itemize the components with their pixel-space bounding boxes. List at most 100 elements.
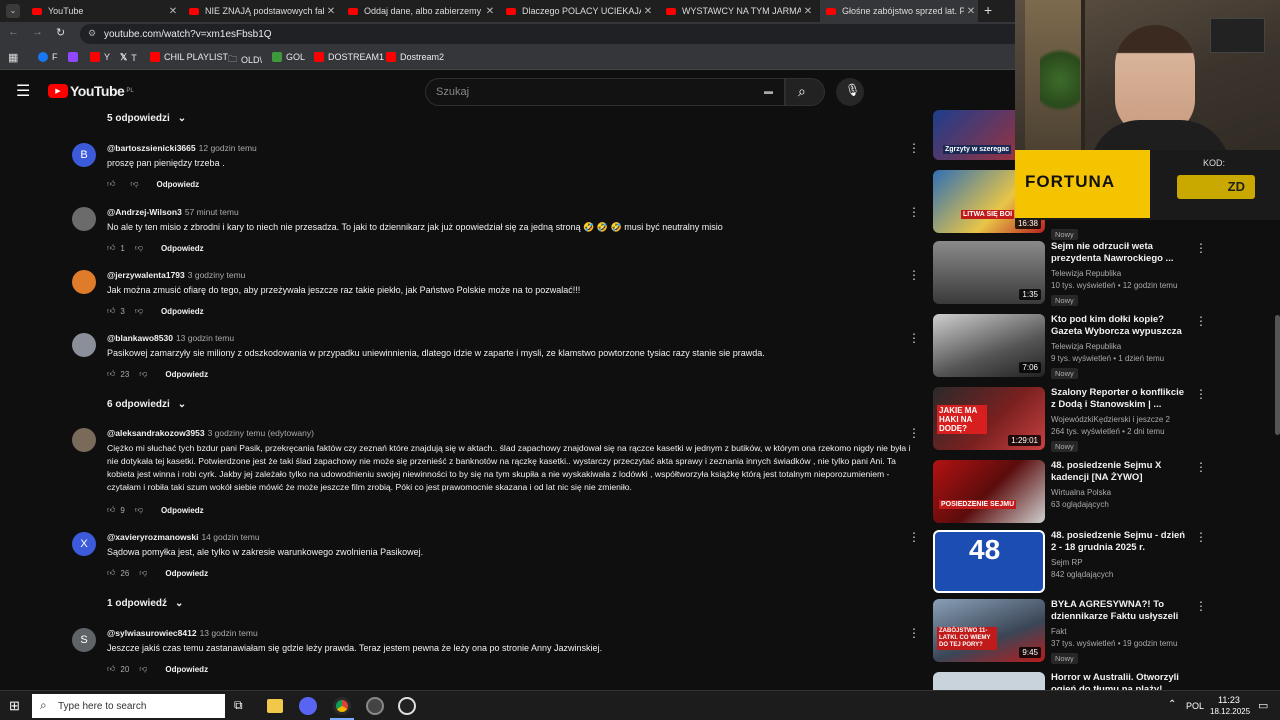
clock-date[interactable]: 18.12.2025 [1210,707,1250,716]
thumb-down-icon[interactable]: 👎︎ [139,369,147,379]
channel-name[interactable]: Wirtualna Polska [1051,488,1191,497]
more-actions-icon[interactable]: ⋮ [908,141,920,155]
file-explorer-icon[interactable] [267,699,283,713]
voice-search-button[interactable]: 🎙 [836,78,864,106]
recommended-video[interactable]: 48 48. posiedzenie Sejmu - dzień 2 - 18 … [933,530,1207,596]
video-thumbnail[interactable]: JAKIE MA HAKI NA DODĘ? 1:29:01 [933,387,1045,450]
reply-button[interactable]: Odpowiedz [165,665,208,674]
channel-name[interactable]: Sejm RP [1051,558,1191,567]
clock-time[interactable]: 11:23 [1218,695,1240,705]
more-actions-icon[interactable]: ⋮ [1195,599,1207,613]
language-indicator[interactable]: POL [1186,701,1204,711]
bookmark-item[interactable]: CHIL PLAYLIST [150,52,228,62]
bookmark-item[interactable]: GOL [272,52,305,62]
recommended-video[interactable]: 7:06 Kto pod kim dołki kopie? Gazeta Wyb… [933,314,1207,380]
tab-menu-icon[interactable]: ⌄ [6,4,20,18]
more-actions-icon[interactable]: ⋮ [908,268,920,282]
apps-grid-icon[interactable]: ▦ [8,51,18,64]
chrome-icon[interactable] [333,697,351,715]
comment-time[interactable]: 3 godziny temu [188,270,246,280]
more-actions-icon[interactable]: ⋮ [908,205,920,219]
windows-start-icon[interactable]: ⊞ [9,698,20,714]
new-tab-icon[interactable]: + [984,2,992,18]
thumb-up-icon[interactable]: 👍︎ [107,664,115,674]
comment-time[interactable]: 57 minut temu [185,207,239,217]
comment-author[interactable]: @xavieryrozmanowski [107,532,198,542]
sidebar-scrollbar[interactable] [1275,315,1280,435]
more-actions-icon[interactable]: ⋮ [1195,241,1207,255]
taskbar-search-input[interactable]: ⌕ Type here to search [32,694,225,718]
thumb-up-icon[interactable]: 👍︎ [107,505,115,515]
comment-author[interactable]: @aleksandrakozow3953 [107,428,205,438]
comment-time[interactable]: 14 godzin temu [201,532,259,542]
avatar[interactable] [72,207,96,231]
comment-time[interactable]: 13 godzin temu [176,333,234,343]
thumb-down-icon[interactable]: 👎︎ [135,243,143,253]
comment-time[interactable]: 12 godzin temu [199,143,257,153]
more-actions-icon[interactable]: ⋮ [908,331,920,345]
task-view-icon[interactable]: ⧉ [234,698,243,713]
avatar[interactable]: B [72,143,96,167]
discord-icon[interactable] [299,697,317,715]
recommended-video[interactable]: Horror w Australii. Otworzyli ogień do t… [933,672,1203,690]
more-actions-icon[interactable]: ⋮ [908,426,920,440]
video-title[interactable]: 48. posiedzenie Sejmu X kadencji [NA ŻYW… [1051,460,1191,484]
comment-author[interactable]: @bartoszsienicki3665 [107,143,196,153]
app-icon[interactable] [366,697,384,715]
reply-button[interactable]: Odpowiedz [157,180,200,189]
avatar[interactable]: S [72,628,96,652]
channel-name[interactable]: Telewizja Republika [1051,269,1191,278]
back-icon[interactable]: ← [8,26,19,38]
close-icon[interactable]: ✕ [483,6,497,17]
thumb-down-icon[interactable]: 👎︎ [130,179,138,189]
reply-button[interactable]: Odpowiedz [161,244,204,253]
bookmark-item[interactable]: 𝕏T [120,52,137,63]
browser-tab-active[interactable]: Głośne zabójstwo sprzed lat. Po ✕ [820,0,978,22]
browser-tab[interactable]: WYSTAWCY NA TYM JARMARKU ✕ [660,0,815,22]
thumb-up-icon[interactable]: 👍︎ [107,568,115,578]
video-title[interactable]: Sejm nie odrzucił weta prezydenta Nawroc… [1051,241,1191,265]
replies-toggle[interactable]: 1 odpowiedź ⌄ [107,598,183,609]
video-title[interactable]: Szalony Reporter o konflikcie z Dodą i S… [1051,387,1191,411]
recommended-video[interactable]: POSIEDZENIE SEJMU 48. posiedzenie Sejmu … [933,460,1207,526]
reply-button[interactable]: Odpowiedz [165,569,208,578]
video-title[interactable]: Kto pod kim dołki kopie? Gazeta Wyborcza… [1051,314,1191,338]
avatar[interactable] [72,270,96,294]
hamburger-menu-icon[interactable]: ☰ [16,81,30,101]
browser-tab[interactable]: YouTube ✕ [26,0,180,22]
more-actions-icon[interactable]: ⋮ [1195,530,1207,544]
more-actions-icon[interactable]: ⋮ [1195,460,1207,474]
thumb-down-icon[interactable]: 👎︎ [135,505,143,515]
reply-button[interactable]: Odpowiedz [161,506,204,515]
thumb-down-icon[interactable]: 👎︎ [135,306,143,316]
reload-icon[interactable]: ↻ [56,26,65,39]
thumb-up-icon[interactable]: 👍︎ [107,369,115,379]
close-icon[interactable]: ✕ [964,6,978,17]
thumb-down-icon[interactable]: 👎︎ [139,568,147,578]
more-actions-icon[interactable]: ⋮ [1195,387,1207,401]
tray-chevron-up-icon[interactable]: ⌃ [1168,699,1176,710]
youtube-logo[interactable]: ▶ YouTube PL [48,83,134,99]
obs-icon[interactable] [398,697,416,715]
replies-toggle[interactable]: 6 odpowiedzi ⌄ [107,399,186,410]
channel-name[interactable]: Telewizja Republika [1051,342,1191,351]
video-title[interactable]: Horror w Australii. Otworzyli ogień do t… [1051,672,1191,690]
channel-name[interactable]: Fakt [1051,627,1191,636]
avatar[interactable] [72,428,96,452]
thumb-down-icon[interactable]: 👎︎ [139,664,147,674]
recommended-video[interactable]: 1:35 Sejm nie odrzucił weta prezydenta N… [933,241,1207,307]
bookmark-item[interactable]: F [38,52,58,62]
video-thumbnail[interactable]: POSIEDZENIE SEJMU [933,460,1045,523]
search-button[interactable]: ⌕ [785,78,825,106]
close-icon[interactable]: ✕ [641,6,655,17]
video-thumbnail[interactable] [933,672,1045,690]
bookmark-item[interactable]: DOSTREAM1 [314,52,384,62]
thumb-up-icon[interactable]: 👍︎ [107,243,115,253]
comment-time[interactable]: 3 godziny temu (edytowany) [208,428,314,438]
close-icon[interactable]: ✕ [801,6,815,17]
notifications-icon[interactable]: ▭ [1258,699,1268,712]
video-thumbnail[interactable]: 1:35 [933,241,1045,304]
avatar[interactable] [72,333,96,357]
bookmark-item[interactable]: Dostream2 [386,52,444,62]
bookmark-folder[interactable]: 🗀 OLD\ [228,52,262,68]
